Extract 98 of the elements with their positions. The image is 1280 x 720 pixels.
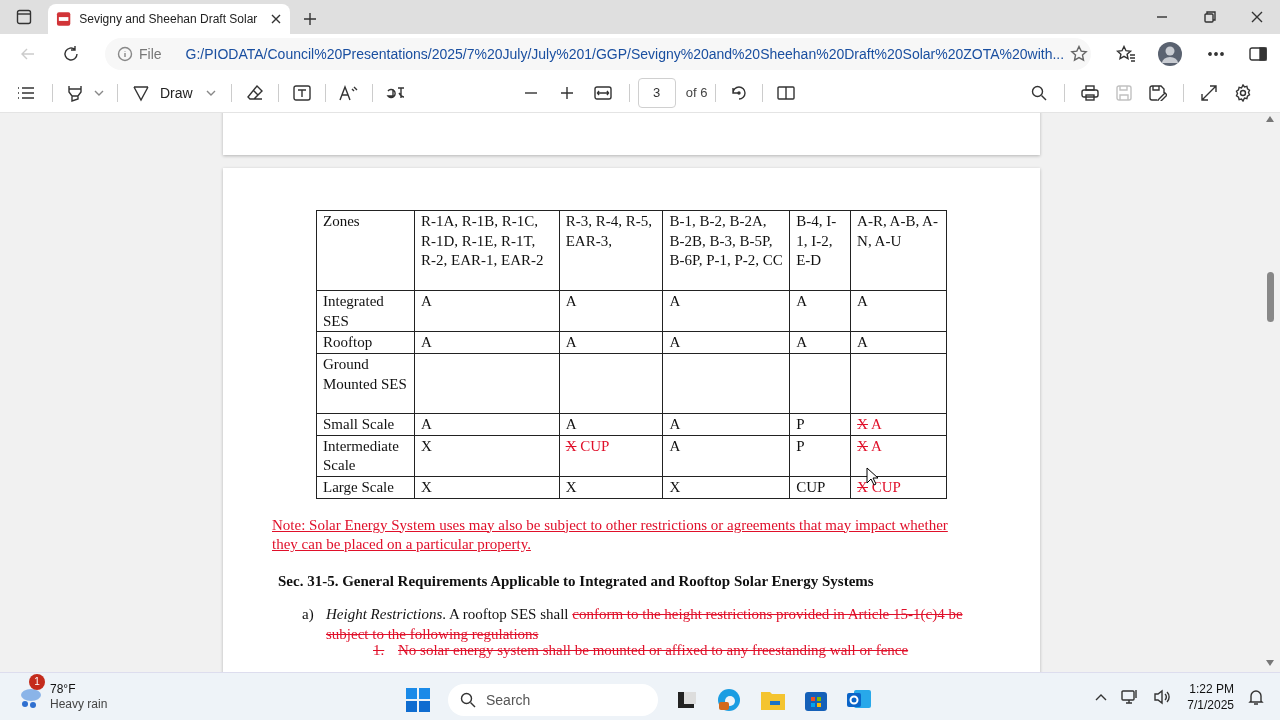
table-row-label: Large Scale bbox=[316, 476, 415, 498]
table-header-cell: R-1A, R-1B, R-1C, R-1D, R-1E, R-1T, R-2, EAR-1, EAR-2 bbox=[414, 210, 560, 291]
task-view-icon[interactable] bbox=[676, 690, 698, 710]
notifications-icon[interactable] bbox=[1248, 688, 1264, 705]
print-icon[interactable] bbox=[1081, 85, 1099, 101]
scroll-up-icon[interactable] bbox=[1266, 116, 1274, 122]
contents-icon[interactable] bbox=[17, 86, 35, 100]
browser-tab[interactable]: Sevigny and Sheehan Draft Solar bbox=[48, 4, 290, 34]
taskbar-search-field[interactable]: Search bbox=[448, 684, 658, 716]
table-row-label: Ground Mounted SES bbox=[316, 353, 415, 414]
table-row-label: Intermediate Scale bbox=[316, 435, 415, 476]
clock-date: 7/1/2025 bbox=[1187, 696, 1234, 713]
chevron-down-icon[interactable] bbox=[205, 90, 216, 96]
save-as-icon[interactable] bbox=[1149, 85, 1167, 101]
network-icon[interactable] bbox=[1121, 688, 1140, 705]
table-cell-text: A bbox=[669, 416, 681, 432]
address-scheme: File bbox=[139, 44, 162, 64]
table-cell-text: A bbox=[669, 293, 681, 309]
table-cell-text: X bbox=[420, 478, 432, 495]
table-cell-text: A bbox=[565, 334, 577, 350]
address-bar[interactable]: File G:/PIODATA/Council%20Presentations/2025/7%20July/July%201/GGP/Sevigny%20and%20Sheehan%20Draft%20Solar%20ZOTA%20with... bbox=[105, 38, 1091, 70]
tab-title: Sevigny and Sheehan Draft Solar bbox=[79, 11, 259, 28]
paragraph-text: Height Restrictions. A rooftop SES shall conform to the height restrictions provided in Article 15-1(c)4 be subject to the following regulations bbox=[326, 605, 964, 644]
table-cell-text: A bbox=[796, 334, 807, 350]
table-header-cell: B-4, I-1, I-2, E-D bbox=[789, 210, 851, 291]
table-cell-text: A bbox=[420, 293, 432, 309]
scrollbar-thumb[interactable] bbox=[1266, 272, 1274, 322]
search-icon[interactable] bbox=[1031, 85, 1047, 101]
favorite-star-icon[interactable] bbox=[1070, 45, 1089, 63]
chevron-down-icon[interactable] bbox=[94, 90, 104, 96]
search-icon[interactable] bbox=[460, 692, 476, 708]
favorites-icon[interactable] bbox=[1115, 45, 1136, 63]
list-marker: 1. bbox=[373, 642, 386, 658]
zoom-in-icon[interactable] bbox=[559, 86, 574, 100]
draw-pen-icon[interactable] bbox=[132, 84, 150, 102]
table-cell-text: X CUP bbox=[857, 478, 901, 495]
section-heading: Sec. 31-5. General Requirements Applicable to Integrated and Rooftop Solar Energy Systems bbox=[278, 571, 875, 591]
table-cell-text: A bbox=[669, 334, 681, 350]
table-header-cell: R-3, R-4, R-5, EAR-3, bbox=[559, 210, 663, 291]
pdf-file-icon bbox=[56, 11, 72, 27]
table-cell-text: A bbox=[565, 293, 577, 309]
table-row-label: Integrated SES bbox=[316, 290, 415, 332]
table-cell-text: CUP bbox=[796, 478, 826, 495]
folder-icon[interactable] bbox=[760, 689, 786, 711]
profile-avatar[interactable] bbox=[1158, 42, 1182, 66]
read-aloud-icon[interactable] bbox=[338, 85, 359, 101]
close-icon[interactable] bbox=[270, 13, 282, 25]
table-cell-text: P bbox=[796, 416, 805, 432]
url-text: G:/PIODATA/Council%20Presentations/2025/7%20July/July%201/GGP/Sevigny%20and%20Sheehan%20Draft%20Solar%20ZOTA%20with... bbox=[185, 44, 1065, 64]
tab-actions-icon[interactable] bbox=[16, 9, 32, 25]
more-icon[interactable] bbox=[1208, 52, 1224, 56]
table-cell-text: A bbox=[420, 416, 432, 432]
table-cell-text: A bbox=[565, 416, 577, 432]
table-cell-text: A bbox=[420, 334, 432, 350]
table-cell-text: X CUP bbox=[565, 437, 610, 454]
table-row-label: Small Scale bbox=[316, 413, 415, 435]
notification-badge: 1 bbox=[29, 673, 45, 690]
page-number-field[interactable]: 3 bbox=[637, 78, 676, 108]
refresh-icon[interactable] bbox=[62, 45, 80, 63]
table-cell-text: A bbox=[796, 293, 807, 309]
temperature: 78°F bbox=[50, 681, 77, 697]
fullscreen-icon[interactable] bbox=[1201, 85, 1217, 101]
page-view-icon[interactable] bbox=[777, 85, 796, 101]
table-cell-text: A bbox=[669, 437, 681, 454]
table-cell-text: X bbox=[565, 478, 577, 495]
text-box-icon[interactable] bbox=[292, 85, 311, 101]
page-count: of 6 bbox=[685, 84, 708, 103]
fit-page-icon[interactable] bbox=[593, 86, 612, 100]
table-cell-text: X A bbox=[857, 437, 882, 454]
note-text: Note: Solar Energy System uses may also be subject to other restrictions or agreements that may impact whether they can be placed on a particular property. bbox=[272, 515, 949, 554]
table-cell-text: A bbox=[857, 293, 868, 309]
highlighter-icon[interactable] bbox=[66, 84, 84, 102]
sidebar-icon[interactable] bbox=[1249, 47, 1267, 61]
browser-app-icon[interactable] bbox=[716, 687, 742, 713]
draw-button[interactable]: Draw bbox=[126, 78, 199, 108]
weather-condition: Heavy rain bbox=[50, 696, 108, 712]
table-header-cell: A-R, A-B, A-N, A-U bbox=[850, 210, 947, 291]
restore-icon[interactable] bbox=[1204, 11, 1216, 23]
chevron-up-icon[interactable] bbox=[1095, 692, 1108, 701]
settings-icon[interactable] bbox=[1234, 84, 1252, 102]
clock-time: 1:22 PM bbox=[1189, 680, 1234, 697]
scroll-down-icon[interactable] bbox=[1266, 660, 1274, 666]
list-item-text: No solar energy system shall be mounted or affixed to any freestanding wall or fence bbox=[398, 642, 909, 658]
table-cell-text: X bbox=[669, 478, 681, 495]
new-tab-icon[interactable] bbox=[303, 12, 317, 26]
info-icon[interactable] bbox=[117, 46, 133, 62]
list-marker: a) bbox=[302, 605, 315, 624]
table-cell-text: X bbox=[420, 437, 432, 454]
rotate-icon[interactable] bbox=[730, 84, 749, 102]
table-header-cell: Zones bbox=[316, 210, 415, 291]
table-cell-text: P bbox=[796, 437, 805, 454]
eraser-icon[interactable] bbox=[245, 84, 264, 102]
table-cell-text: X A bbox=[857, 416, 882, 432]
table-row-label: Rooftop bbox=[316, 331, 415, 354]
table-header-cell: B-1, B-2, B-2A, B-2B, B-3, B-5P, B-6P, P-1, P-2, CC bbox=[663, 210, 790, 291]
close-icon[interactable] bbox=[1251, 11, 1263, 23]
start-icon[interactable] bbox=[406, 688, 430, 712]
table-cell-text: A bbox=[857, 334, 868, 350]
